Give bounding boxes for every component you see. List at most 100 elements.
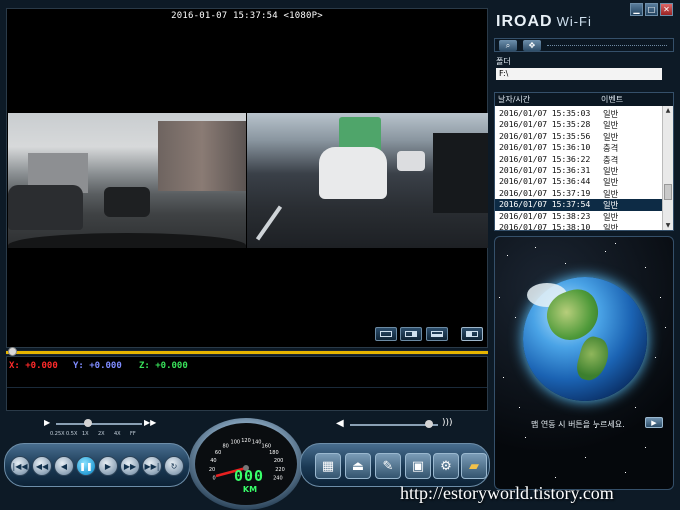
speed-label[interactable]: 0.25X bbox=[50, 431, 65, 437]
column-header-datetime[interactable]: 날자/시간 bbox=[498, 94, 530, 105]
pause-button[interactable]: ❚❚ bbox=[76, 456, 96, 476]
gsensor-baseline bbox=[7, 387, 487, 388]
speaker-icon[interactable]: ◀ bbox=[336, 418, 344, 429]
speed-label[interactable]: 1X bbox=[82, 431, 89, 437]
row-datetime: 2016/01/07 15:36:44 bbox=[499, 176, 591, 187]
speed-slider-handle[interactable] bbox=[84, 419, 92, 427]
map-link-button[interactable]: ▶ bbox=[645, 417, 663, 428]
faster-icon[interactable]: ▶▶ bbox=[144, 418, 156, 427]
folder-path-field[interactable]: F:\ bbox=[496, 68, 662, 80]
layout-split-button[interactable] bbox=[400, 327, 422, 341]
maximize-button[interactable]: □ bbox=[645, 3, 658, 16]
layout-single-button[interactable] bbox=[375, 327, 397, 341]
wrench-icon: ✎ bbox=[382, 458, 394, 474]
speedometer: 0 20 40 60 80 100 120 140 160 180 200 220 240 000 KM bbox=[188, 412, 304, 510]
first-file-button[interactable]: |◀◀ bbox=[10, 456, 30, 476]
skip-end-icon: ▶▶| bbox=[144, 461, 160, 471]
speedometer-tick-label: 120 bbox=[241, 438, 251, 444]
star bbox=[645, 267, 646, 268]
tools-button[interactable]: ✎ bbox=[375, 453, 401, 479]
eject-button[interactable]: ⏏ bbox=[345, 453, 371, 479]
speedometer-tick-label: 40 bbox=[210, 458, 216, 464]
column-header-event[interactable]: 이벤트 bbox=[601, 94, 623, 105]
expand-button[interactable]: ✥ bbox=[523, 40, 541, 51]
file-list-row[interactable]: 2016/01/07 15:36:22 충격 bbox=[495, 154, 663, 165]
row-datetime: 2016/01/07 15:38:23 bbox=[499, 210, 591, 221]
seek-handle[interactable] bbox=[8, 347, 17, 356]
file-list-row[interactable]: 2016/01/07 15:36:44 일반 bbox=[495, 176, 663, 187]
play-button[interactable]: ▶ bbox=[98, 456, 118, 476]
close-button[interactable]: ✕ bbox=[660, 3, 673, 16]
gsensor-z-readout: Z: +0.000 bbox=[139, 361, 188, 371]
seek-progress bbox=[6, 351, 488, 354]
video-viewport[interactable]: 2016-01-07 15:37:54 <1080P> bbox=[6, 8, 488, 348]
play-backward-button[interactable]: ◀ bbox=[54, 456, 74, 476]
file-list-row[interactable]: 2016/01/07 15:38:23 일반 bbox=[495, 211, 663, 222]
row-datetime: 2016/01/07 15:37:19 bbox=[499, 187, 591, 198]
speedometer-tick-label: 240 bbox=[273, 476, 283, 482]
star bbox=[519, 407, 520, 408]
layout-toggle-button[interactable] bbox=[461, 327, 483, 341]
rear-camera-view[interactable] bbox=[247, 113, 488, 248]
panel-toolbar: ⌕ ✥ bbox=[494, 38, 674, 52]
speed-label[interactable]: 4X bbox=[114, 431, 121, 437]
file-list-row[interactable]: 2016/01/07 15:35:28 일반 bbox=[495, 119, 663, 130]
repeat-button[interactable]: ↻ bbox=[164, 456, 184, 476]
scroll-down-icon[interactable]: ▼ bbox=[664, 222, 672, 230]
star bbox=[565, 263, 566, 264]
speed-label[interactable]: FF bbox=[130, 431, 136, 437]
file-list-row[interactable]: 2016/01/07 15:35:03 일반 bbox=[495, 108, 663, 119]
speedometer-tick-label: 140 bbox=[252, 440, 262, 446]
volume-slider-handle[interactable] bbox=[425, 420, 434, 428]
scroll-thumb[interactable] bbox=[664, 184, 672, 200]
car bbox=[319, 147, 387, 199]
next-file-button[interactable]: ▶▶ bbox=[120, 456, 140, 476]
speedometer-tick-label: 160 bbox=[262, 444, 272, 450]
file-list-row[interactable]: 2016/01/07 15:35:56 일반 bbox=[495, 131, 663, 142]
playback-speed-control[interactable]: ▶ ▶▶ 0.25X 0.5X 1X 2X 4X FF bbox=[40, 418, 160, 440]
file-list-row[interactable]: 2016/01/07 15:36:10 충격 bbox=[495, 142, 663, 153]
film-button[interactable]: ▦ bbox=[315, 453, 341, 479]
volume-control[interactable]: ◀ ))) bbox=[336, 418, 456, 432]
map-panel: 맵 연동 시 버튼을 누르세요. ▶ bbox=[494, 236, 674, 490]
last-file-button[interactable]: ▶▶| bbox=[142, 456, 162, 476]
skip-start-icon: |◀◀ bbox=[12, 461, 28, 471]
file-list-header: 날자/시간 이벤트 bbox=[495, 93, 673, 106]
speedometer-tick-label: 180 bbox=[269, 450, 279, 456]
star bbox=[645, 447, 646, 448]
row-event: 일반 bbox=[603, 120, 619, 131]
file-list-row[interactable]: 2016/01/07 15:38:10 일반 bbox=[495, 222, 663, 230]
row-datetime: 2016/01/07 15:37:54 bbox=[499, 199, 591, 210]
open-folder-button[interactable]: ▰ bbox=[461, 453, 487, 479]
file-list-row[interactable]: 2016/01/07 15:37:54 일반 bbox=[495, 198, 664, 212]
star bbox=[525, 437, 526, 438]
settings-button[interactable]: ⚙ bbox=[433, 453, 459, 479]
star bbox=[605, 251, 606, 252]
car bbox=[8, 185, 83, 230]
row-datetime: 2016/01/07 15:36:22 bbox=[499, 153, 591, 164]
row-event: 일반 bbox=[603, 109, 619, 119]
save-button[interactable]: ▣ bbox=[405, 453, 431, 479]
layout-pip-button[interactable] bbox=[426, 327, 448, 341]
speed-label[interactable]: 2X bbox=[98, 431, 105, 437]
car bbox=[397, 151, 425, 171]
file-list-row[interactable]: 2016/01/07 15:36:31 일반 bbox=[495, 165, 663, 176]
seek-bar[interactable] bbox=[6, 347, 488, 356]
toolbar-separator bbox=[547, 45, 667, 46]
speed-readout: 000 bbox=[233, 467, 265, 485]
speed-slider-track[interactable] bbox=[56, 423, 142, 425]
scroll-up-icon[interactable]: ▲ bbox=[664, 107, 672, 115]
file-list-scrollbar[interactable]: ▲ ▼ bbox=[662, 106, 673, 230]
file-list[interactable]: 날자/시간 이벤트 2016/01/07 15:35:03 일반 2016/01/0… bbox=[494, 92, 674, 231]
prev-file-button[interactable]: ◀◀ bbox=[32, 456, 52, 476]
next-icon: ▶▶ bbox=[123, 461, 137, 471]
slower-icon[interactable]: ▶ bbox=[44, 418, 50, 427]
front-camera-view[interactable] bbox=[8, 113, 246, 248]
speedometer-tick-label: 20 bbox=[209, 467, 215, 473]
search-button[interactable]: ⌕ bbox=[499, 40, 517, 51]
minimize-button[interactable]: ▁ bbox=[630, 3, 643, 16]
file-list-row[interactable]: 2016/01/07 15:37:19 일반 bbox=[495, 188, 663, 199]
speed-label[interactable]: 0.5X bbox=[66, 431, 77, 437]
brand-name: IROAD bbox=[496, 13, 553, 30]
lane-marking bbox=[255, 205, 283, 241]
